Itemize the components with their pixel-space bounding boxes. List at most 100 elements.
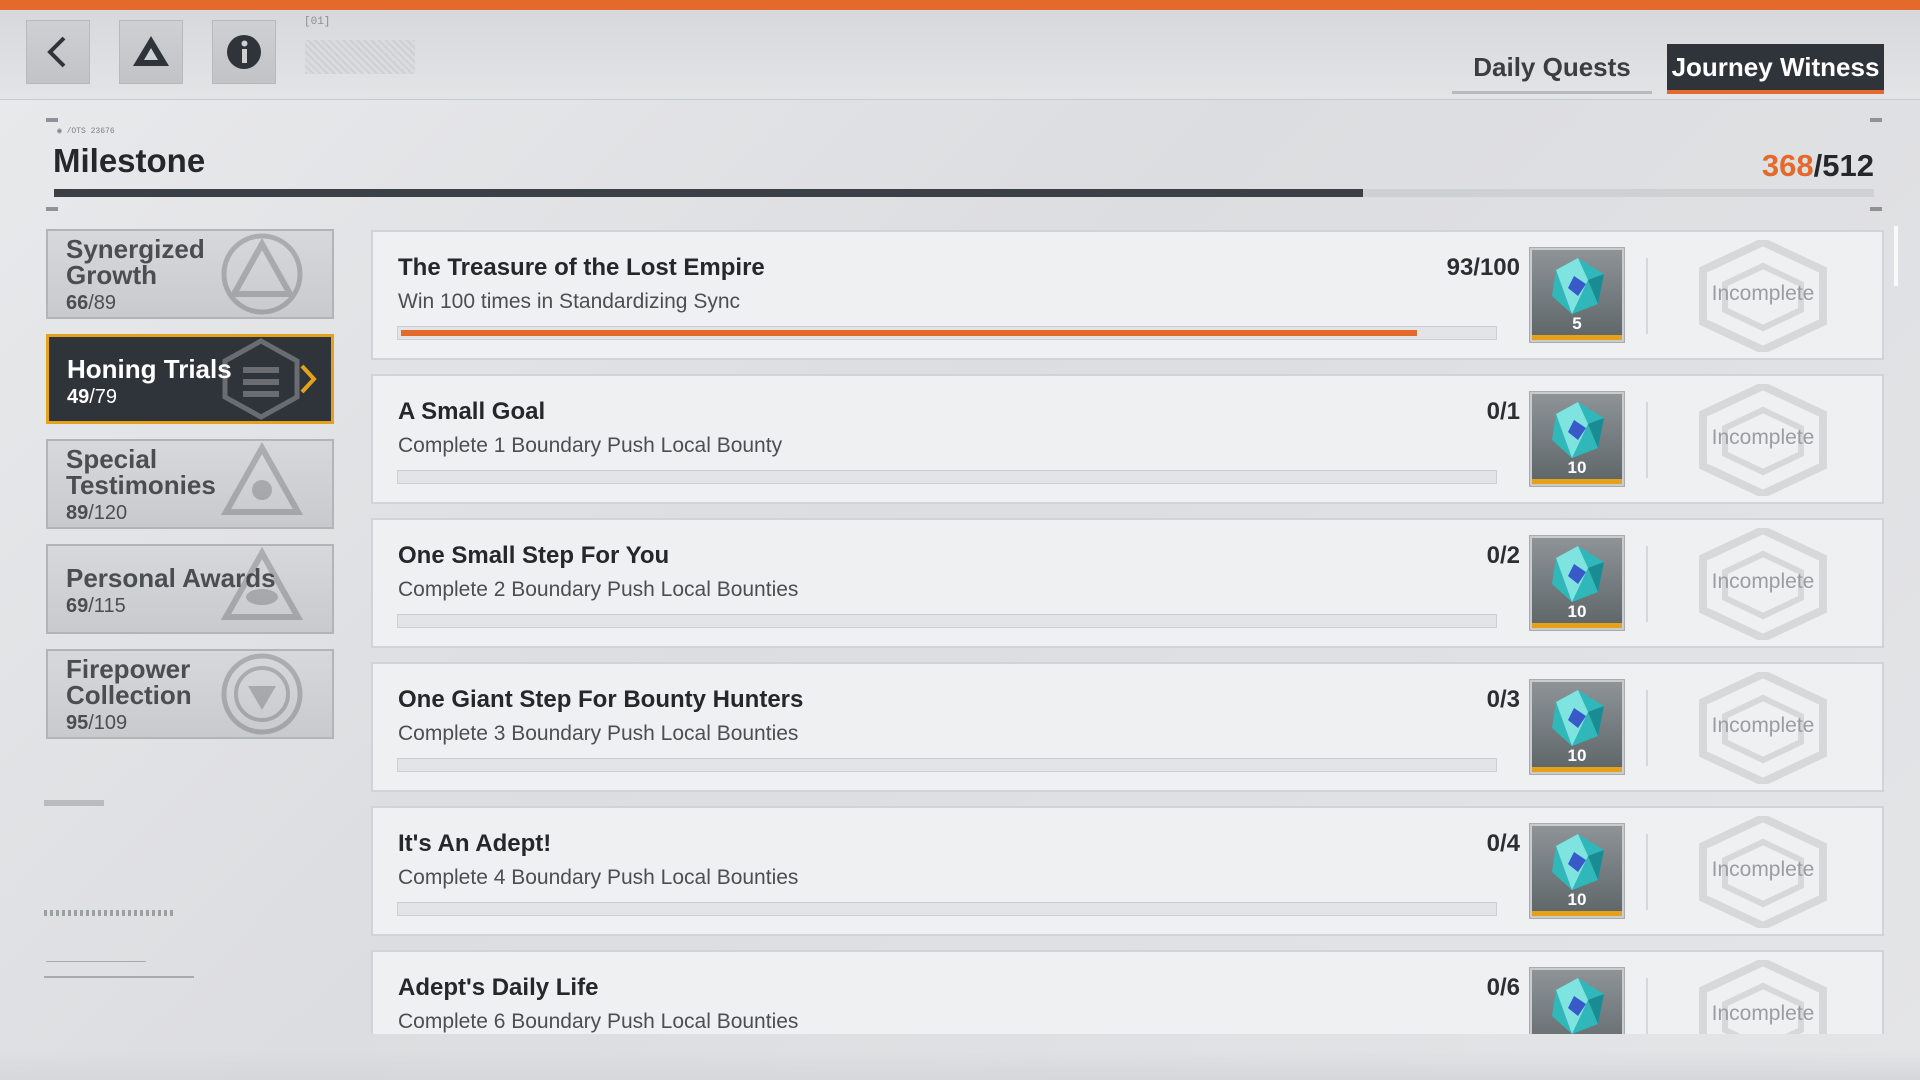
quest-progress-bar (397, 326, 1497, 340)
hex-emblem-icon (222, 338, 300, 420)
quest-progress-text: 0/3 (1486, 686, 1520, 713)
side-deco-bar (44, 910, 174, 916)
milestone-title: Milestone (53, 142, 206, 179)
eye-triangle-emblem-icon (220, 547, 304, 620)
quest-status: Incomplete (1711, 858, 1815, 881)
quest-progress-text: 0/6 (1486, 974, 1520, 1001)
top-accent-bar (0, 0, 1920, 10)
milestone-progress-fill (54, 189, 1363, 197)
reward-rarity-bar (1532, 767, 1622, 772)
milestone-count: 368/512 (1762, 148, 1874, 184)
category-sidebar: Synergized Growth 66/89 Honing Trials 49… (46, 229, 334, 754)
crystal-icon (1552, 690, 1604, 746)
reward-quantity: 10 (1567, 458, 1587, 477)
milestone-current: 368 (1761, 148, 1814, 183)
quest-progress-text: 93/100 (1446, 254, 1520, 281)
quest-status: Incomplete (1711, 426, 1815, 449)
reward-quantity: 10 (1567, 602, 1587, 621)
corner-mark (1870, 118, 1882, 122)
quest-title: It's An Adept! (398, 830, 552, 857)
reward-rarity-bar (1532, 623, 1622, 628)
row-divider (1646, 546, 1648, 622)
crystal-icon (1552, 258, 1604, 314)
quest-progress-bar (397, 470, 1497, 484)
reward-rarity-bar (1532, 335, 1622, 340)
milestone-progress-bar (54, 189, 1874, 197)
header-bar: [01] Daily Quests Journey Witness (0, 10, 1920, 100)
circle-triangle-emblem-icon (221, 653, 303, 735)
reward-item[interactable]: 10 (1530, 680, 1624, 774)
quest-status: Incomplete (1711, 570, 1815, 593)
info-icon (227, 35, 261, 69)
quest-progress-bar (397, 902, 1497, 916)
header-deco-label: [01] (304, 16, 331, 28)
back-arrow-icon (47, 36, 66, 68)
crystal-icon (1552, 978, 1604, 1034)
bottom-deco-strip (0, 1050, 1920, 1080)
quest-description: Complete 6 Boundary Push Local Bounties (398, 1010, 799, 1033)
quest-title: One Giant Step For Bounty Hunters (398, 686, 804, 713)
reward-item[interactable]: 10 (1530, 536, 1624, 630)
tri-node-emblem-icon (220, 442, 304, 515)
milestone-deco-code: ◉ /OTS 23676 (57, 127, 115, 136)
quest-description: Win 100 times in Standardizing Sync (398, 290, 740, 313)
row-divider (1646, 978, 1648, 1034)
quest-title: The Treasure of the Lost Empire (398, 254, 765, 281)
quest-title: A Small Goal (398, 398, 546, 425)
quest-title: Adept's Daily Life (398, 974, 599, 1001)
quest-row[interactable]: Adept's Daily Life Complete 6 Boundary P… (371, 950, 1884, 1034)
crystal-icon (1552, 834, 1604, 890)
quest-row[interactable]: A Small Goal Complete 1 Boundary Push Lo… (371, 374, 1884, 504)
row-divider (1646, 402, 1648, 478)
quest-row[interactable]: One Small Step For You Complete 2 Bounda… (371, 518, 1884, 648)
quest-list-scrollbar[interactable] (1894, 226, 1898, 286)
quest-status: Incomplete (1711, 1002, 1815, 1025)
game-logo-button[interactable] (119, 20, 183, 84)
tab-journey-witness[interactable]: Journey Witness (1667, 44, 1884, 94)
quest-progress-fill (401, 330, 1417, 336)
triangle-emblem-icon (221, 233, 303, 315)
crystal-icon (1552, 546, 1604, 602)
row-divider (1646, 258, 1648, 334)
quest-row[interactable]: The Treasure of the Lost Empire Win 100 … (371, 230, 1884, 360)
category-special-testimonies[interactable]: Special Testimonies 89/120 (46, 439, 334, 529)
quest-progress-text: 0/4 (1486, 830, 1520, 857)
corner-mark (46, 207, 58, 211)
tab-daily-quests[interactable]: Daily Quests (1452, 44, 1652, 94)
reward-quantity: 10 (1567, 746, 1587, 765)
header-deco-pattern (305, 40, 415, 74)
triangle-logo-icon (133, 36, 169, 66)
back-button[interactable] (26, 20, 90, 84)
reward-rarity-bar (1532, 479, 1622, 484)
milestone-total: /512 (1813, 148, 1874, 183)
reward-item[interactable]: 5 (1530, 248, 1624, 342)
quest-description: Complete 4 Boundary Push Local Bounties (398, 866, 799, 889)
reward-rarity-bar (1532, 911, 1622, 916)
reward-item[interactable]: 10 (1530, 824, 1624, 918)
reward-item[interactable]: 10 (1530, 392, 1624, 486)
quest-row[interactable]: It's An Adept! Complete 4 Boundary Push … (371, 806, 1884, 936)
quest-status: Incomplete (1711, 714, 1815, 737)
signature-deco (46, 940, 146, 962)
quest-progress-bar (397, 614, 1497, 628)
chevron-right-icon (300, 364, 317, 394)
reward-quantity: 10 (1567, 890, 1587, 909)
quest-row[interactable]: One Giant Step For Bounty Hunters Comple… (371, 662, 1884, 792)
quest-status: Incomplete (1711, 282, 1815, 305)
quest-description: Complete 1 Boundary Push Local Bounty (398, 434, 783, 457)
category-synergized-growth[interactable]: Synergized Growth 66/89 (46, 229, 334, 319)
category-personal-awards[interactable]: Personal Awards 69/115 (46, 544, 334, 634)
category-honing-trials[interactable]: Honing Trials 49/79 (46, 334, 334, 424)
quest-list[interactable]: The Treasure of the Lost Empire Win 100 … (371, 230, 1884, 1034)
quest-title: One Small Step For You (398, 542, 670, 569)
row-divider (1646, 690, 1648, 766)
corner-mark (46, 118, 58, 122)
row-divider (1646, 834, 1648, 910)
quest-description: Complete 2 Boundary Push Local Bounties (398, 578, 799, 601)
side-deco-line (44, 976, 194, 978)
info-button[interactable] (212, 20, 276, 84)
quest-progress-text: 0/1 (1486, 398, 1520, 425)
quest-description: Complete 3 Boundary Push Local Bounties (398, 722, 799, 745)
reward-item[interactable]: 10 (1530, 968, 1624, 1034)
category-firepower-collection[interactable]: Firepower Collection 95/109 (46, 649, 334, 739)
